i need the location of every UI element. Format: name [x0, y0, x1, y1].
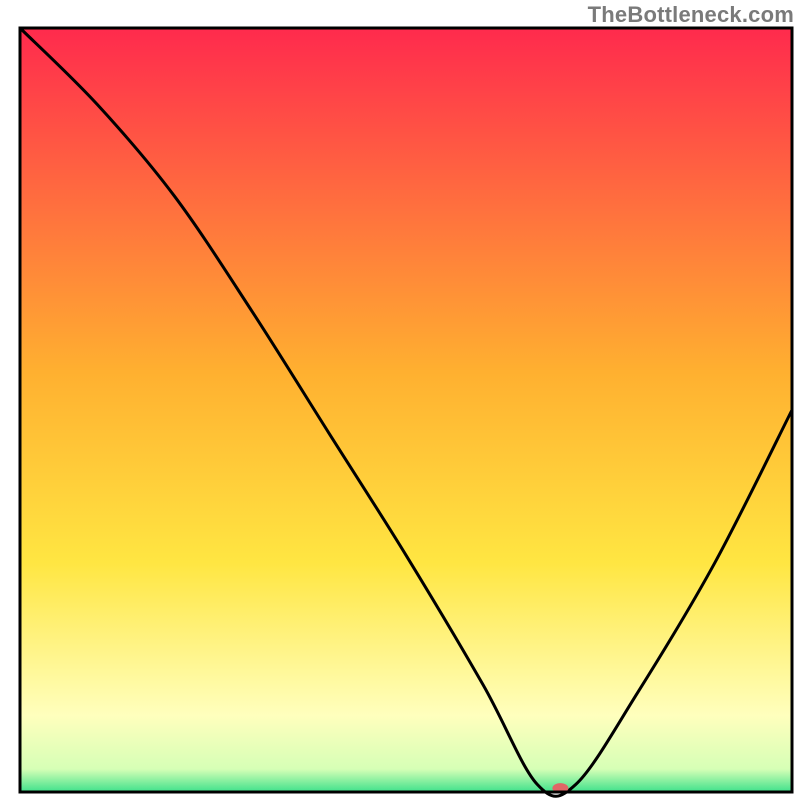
plot-background [20, 28, 792, 792]
watermark-text: TheBottleneck.com [588, 2, 794, 28]
chart-container: TheBottleneck.com [0, 0, 800, 800]
bottleneck-chart [0, 0, 800, 800]
